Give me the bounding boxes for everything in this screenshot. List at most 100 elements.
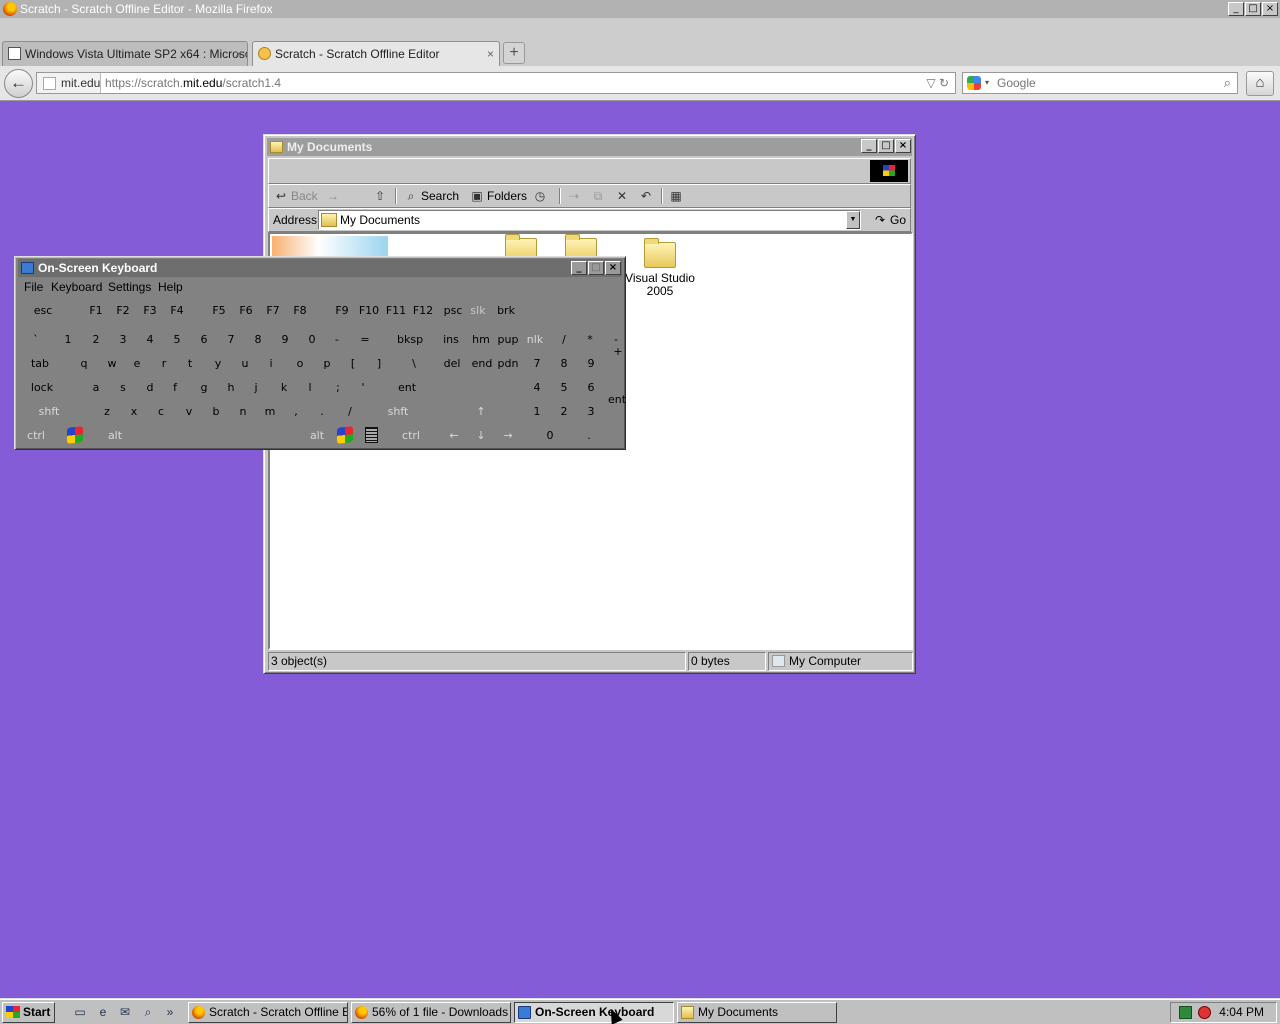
osk-key[interactable]: ` (24, 330, 48, 350)
search-bar[interactable]: ▾ ⌕ (962, 72, 1238, 94)
osk-key[interactable]: hm (469, 330, 493, 350)
left-windows-key-icon[interactable] (67, 426, 83, 444)
explorer-close-button[interactable]: × (895, 139, 911, 153)
osk-key[interactable]: 4 (138, 330, 162, 350)
osk-key[interactable]: ent (395, 378, 419, 398)
search-engine-dropdown-icon[interactable]: ▾ (985, 73, 989, 93)
tab-scratch-editor[interactable]: Scratch - Scratch Offline Editor × (252, 41, 500, 66)
osk-key[interactable]: ← (442, 426, 466, 446)
address-dropdown-icon[interactable]: ▼ (846, 211, 860, 229)
osk-key[interactable]: ] (367, 354, 391, 374)
outlook-express-icon[interactable]: ✉ (117, 1004, 133, 1020)
osk-key[interactable]: shft (37, 402, 61, 422)
osk-key[interactable]: slk (466, 301, 490, 321)
osk-key[interactable]: / (552, 330, 576, 350)
osk-key[interactable]: t (178, 354, 202, 374)
search-icon[interactable]: ⌕ (1224, 73, 1231, 93)
osk-key[interactable]: ↑ (469, 402, 493, 422)
taskbar-button-on-screen-keyboard[interactable]: On-Screen Keyboard (514, 1002, 674, 1023)
new-tab-button[interactable]: + (503, 42, 525, 64)
menu-file[interactable]: File (24, 278, 43, 296)
osk-key[interactable]: n (231, 402, 255, 422)
osk-key[interactable]: end (470, 354, 494, 374)
osk-key[interactable]: h (219, 378, 243, 398)
osk-key[interactable]: del (440, 354, 464, 374)
explorer-maximize-button[interactable]: □ (878, 139, 894, 153)
osk-key[interactable]: k (272, 378, 296, 398)
osk-minimize-button[interactable]: _ (571, 261, 587, 275)
osk-key[interactable]: . (310, 402, 334, 422)
up-folder-button[interactable]: ⇧ (373, 186, 389, 206)
osk-key[interactable]: g (192, 378, 216, 398)
osk-key[interactable]: F3 (138, 301, 162, 321)
osk-key[interactable]: psc (441, 301, 465, 321)
osk-key[interactable]: x (122, 402, 146, 422)
osk-key[interactable]: w (100, 354, 124, 374)
menu-keyboard[interactable]: Keyboard (51, 278, 102, 296)
home-button[interactable]: ⌂ (1246, 71, 1274, 96)
osk-key[interactable]: F4 (165, 301, 189, 321)
osk-key[interactable]: F6 (234, 301, 258, 321)
osk-key[interactable]: l (298, 378, 322, 398)
osk-key[interactable]: 4 (525, 378, 549, 398)
osk-key[interactable]: b (204, 402, 228, 422)
osk-key[interactable]: + (606, 342, 630, 362)
firefox-restore-button[interactable]: □ (1245, 2, 1261, 16)
osk-key[interactable]: lock (30, 378, 54, 398)
osk-key[interactable]: 6 (192, 330, 216, 350)
osk-key[interactable]: F9 (330, 301, 354, 321)
views-button[interactable]: ▦ (669, 186, 693, 206)
osk-key[interactable]: pup (496, 330, 520, 350)
start-button[interactable]: Start (2, 1002, 55, 1023)
clock[interactable]: 4:04 PM (1219, 1003, 1264, 1022)
osk-key[interactable]: - (325, 330, 349, 350)
osk-key[interactable]: e (125, 354, 149, 374)
copy-to-button[interactable]: ⧉ (591, 186, 607, 206)
osk-key[interactable]: 8 (246, 330, 270, 350)
undo-button[interactable]: ↶ (639, 186, 655, 206)
site-identity-button[interactable]: mit.edu (37, 73, 101, 93)
explorer-title-bar[interactable]: My Documents _ □ × (267, 138, 912, 156)
osk-key[interactable]: 1 (525, 402, 549, 422)
osk-key[interactable]: 6 (579, 378, 603, 398)
osk-key[interactable]: F8 (288, 301, 312, 321)
osk-key[interactable]: r (152, 354, 176, 374)
osk-key[interactable]: bksp (397, 330, 423, 350)
osk-key[interactable]: nlk (523, 330, 547, 350)
move-to-button[interactable]: ⇢ (567, 186, 583, 206)
osk-key[interactable]: alt (305, 426, 329, 446)
osk-key[interactable]: pdn (496, 354, 520, 374)
osk-key[interactable]: q (72, 354, 96, 374)
osk-key[interactable]: F7 (261, 301, 285, 321)
osk-key[interactable]: shft (386, 402, 410, 422)
osk-key[interactable]: → (496, 426, 520, 446)
google-icon[interactable] (967, 76, 981, 90)
osk-key[interactable]: F11 (384, 301, 408, 321)
osk-key[interactable]: z (95, 402, 119, 422)
osk-key[interactable]: s (111, 378, 135, 398)
osk-key[interactable]: 2 (552, 402, 576, 422)
tab-close-icon[interactable]: × (235, 42, 242, 66)
folder-visual-studio-2005[interactable]: Visual Studio 2005 (622, 238, 698, 298)
internet-explorer-icon[interactable]: e (95, 1004, 111, 1020)
osk-key[interactable]: F2 (111, 301, 135, 321)
osk-key[interactable]: F1 (84, 301, 108, 321)
osk-key[interactable]: 2 (84, 330, 108, 350)
osk-key[interactable]: F12 (411, 301, 435, 321)
osk-title-bar[interactable]: On-Screen Keyboard _ □ × (18, 259, 622, 277)
osk-key[interactable]: \ (402, 354, 426, 374)
menu-help[interactable]: Help (158, 278, 183, 296)
right-windows-key-icon[interactable] (337, 426, 353, 444)
menu-settings[interactable]: Settings (108, 278, 151, 296)
url-bar-buttons[interactable]: ▽ ↻ (926, 73, 949, 93)
explorer-minimize-button[interactable]: _ (861, 139, 877, 153)
osk-key[interactable]: ctrl (24, 426, 48, 446)
osk-key[interactable]: j (244, 378, 268, 398)
osk-key[interactable]: y (206, 354, 230, 374)
osk-key[interactable]: i (259, 354, 283, 374)
security-icon[interactable] (1198, 1006, 1211, 1019)
quicklaunch-more-icon[interactable]: » (162, 1004, 178, 1020)
osk-key[interactable]: 3 (579, 402, 603, 422)
delete-button[interactable]: ✕ (615, 186, 631, 206)
url-text[interactable]: https://scratch.mit.edu/scratch1.4 (105, 73, 281, 93)
